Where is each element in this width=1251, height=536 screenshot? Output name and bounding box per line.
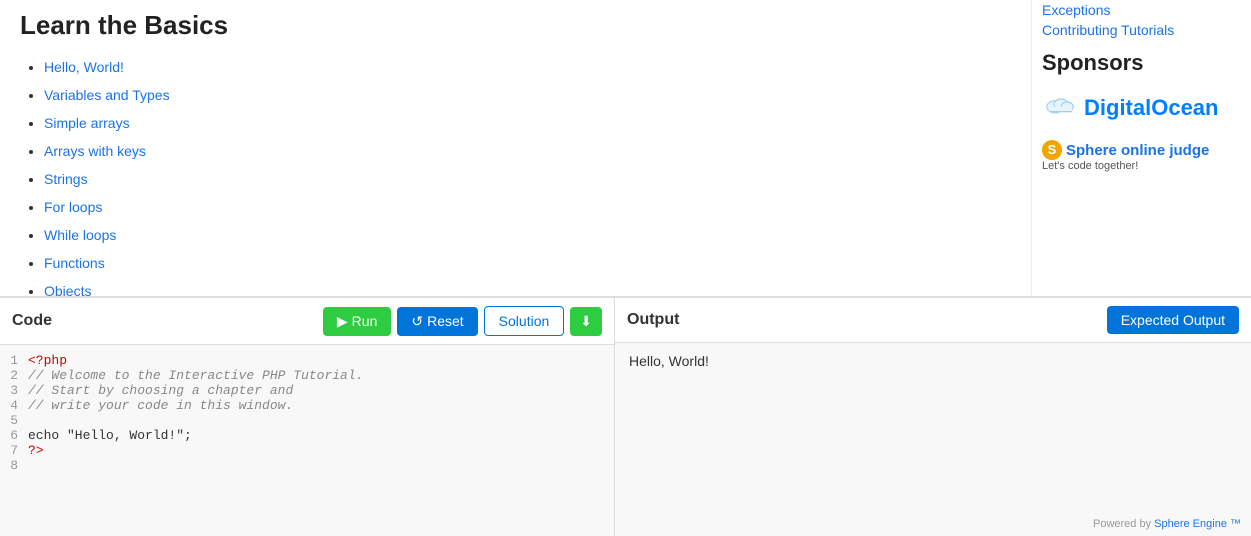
left-content: Learn the Basics Hello, World! Variables … [0,0,1031,296]
tutorial-link[interactable]: For loops [44,199,102,215]
code-header: Code ▶ Run ↺ Reset Solution ⬇ [0,298,614,345]
reset-label: Reset [427,313,464,329]
line-code: ?> [28,443,44,458]
line-code: // write your code in this window. [28,398,293,413]
output-title: Output [627,311,1107,329]
sphere-tagline: Let's code together! [1042,160,1235,172]
tutorial-link[interactable]: Strings [44,171,88,187]
line-number: 3 [0,383,28,398]
code-line: 8 [0,458,614,473]
line-number: 1 [0,353,28,368]
right-sidebar: Exceptions Contributing Tutorials Sponso… [1031,0,1251,296]
line-code: // Welcome to the Interactive PHP Tutori… [28,368,363,383]
digitalocean-icon [1042,90,1078,126]
tutorial-list-item: Functions [44,249,1011,277]
reset-icon: ↺ [411,313,423,330]
code-title: Code [12,312,317,330]
tutorial-list-item: Simple arrays [44,109,1011,137]
sphere-s-icon: S [1042,140,1062,160]
output-body: Hello, World! Powered by Sphere Engine ™ [615,343,1251,536]
code-line: 5 [0,413,614,428]
tutorial-link[interactable]: Simple arrays [44,115,130,131]
digitalocean-name: DigitalOcean [1084,95,1218,121]
run-icon: ▶ [337,313,348,330]
download-button[interactable]: ⬇ [570,307,602,336]
digitalocean-logo: DigitalOcean [1042,90,1235,126]
tutorial-link[interactable]: Variables and Types [44,87,170,103]
code-line: 4// write your code in this window. [0,398,614,413]
digitalocean-sponsor: DigitalOcean [1042,90,1235,126]
output-header: Output Expected Output [615,298,1251,343]
line-number: 4 [0,398,28,413]
sponsors-title: Sponsors [1042,50,1235,76]
tutorial-link[interactable]: While loops [44,227,116,243]
line-number: 2 [0,368,28,383]
solution-button[interactable]: Solution [484,306,565,336]
tutorial-link[interactable]: Arrays with keys [44,143,146,159]
code-line: 2// Welcome to the Interactive PHP Tutor… [0,368,614,383]
run-button[interactable]: ▶ Run [323,307,391,336]
tutorial-list-item: Objects [44,277,1011,296]
tutorial-list-item: Strings [44,165,1011,193]
sphere-sponsor: S Sphere online judge Let's code togethe… [1042,140,1235,172]
contributing-tutorials-link[interactable]: Contributing Tutorials [1042,22,1235,38]
output-panel: Output Expected Output Hello, World! Pow… [615,298,1251,536]
code-line: 7?> [0,443,614,458]
bottom-panel: Code ▶ Run ↺ Reset Solution ⬇ 1<?php2// … [0,296,1251,536]
code-panel: Code ▶ Run ↺ Reset Solution ⬇ 1<?php2// … [0,298,615,536]
output-text: Hello, World! [629,353,709,369]
tutorial-list-item: Arrays with keys [44,137,1011,165]
tutorial-list-item: While loops [44,221,1011,249]
line-number: 7 [0,443,28,458]
tutorial-list-item: For loops [44,193,1011,221]
line-number: 6 [0,428,28,443]
exceptions-link[interactable]: Exceptions [1042,2,1235,18]
line-code: echo "Hello, World!"; [28,428,192,443]
expected-output-button[interactable]: Expected Output [1107,306,1239,334]
code-line: 3// Start by choosing a chapter and [0,383,614,398]
tutorial-link[interactable]: Objects [44,283,91,296]
sphere-name: Sphere online judge [1066,142,1209,159]
line-code: <?php [28,353,67,368]
run-label: Run [352,313,378,329]
sphere-logo: S Sphere online judge Let's code togethe… [1042,140,1235,172]
powered-by: Powered by Sphere Engine ™ [1093,518,1241,530]
code-line: 6echo "Hello, World!"; [0,428,614,443]
tutorial-link[interactable]: Hello, World! [44,59,124,75]
page-title: Learn the Basics [20,10,1011,41]
tutorial-list-item: Variables and Types [44,81,1011,109]
line-code: // Start by choosing a chapter and [28,383,293,398]
code-body[interactable]: 1<?php2// Welcome to the Interactive PHP… [0,345,614,536]
tutorial-list-item: Hello, World! [44,53,1011,81]
reset-button[interactable]: ↺ Reset [397,307,477,336]
code-line: 1<?php [0,353,614,368]
tutorial-list: Hello, World! Variables and Types Simple a… [20,53,1011,296]
tutorial-link[interactable]: Functions [44,255,105,271]
line-number: 5 [0,413,28,428]
sphere-engine-link[interactable]: Sphere Engine ™ [1154,518,1241,530]
line-number: 8 [0,458,28,473]
download-icon: ⬇ [580,313,592,329]
